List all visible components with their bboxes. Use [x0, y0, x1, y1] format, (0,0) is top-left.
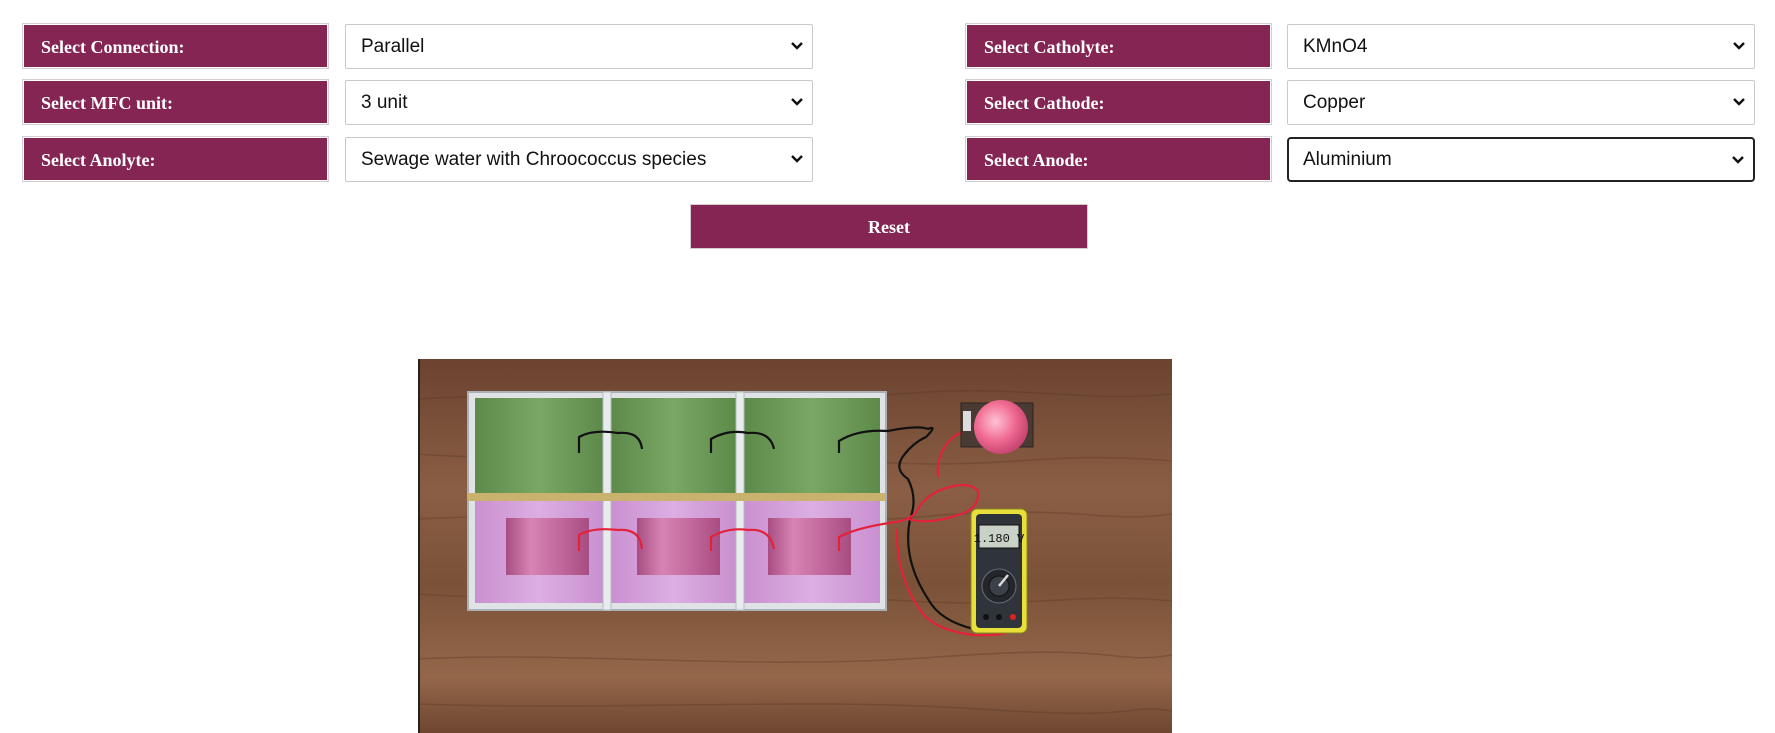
anode-electrode: [637, 518, 720, 575]
chevron-down-icon: [1732, 156, 1744, 164]
reset-button[interactable]: Reset: [690, 204, 1088, 249]
catholyte-select[interactable]: KMnO4: [1287, 24, 1755, 69]
anode-electrode: [506, 518, 589, 575]
catholyte-chamber: [744, 398, 880, 494]
cathode-label: Select Cathode:: [965, 79, 1272, 125]
anode-label: Select Anode:: [965, 136, 1272, 182]
anode-select[interactable]: Aluminium: [1287, 137, 1755, 182]
connection-label: Select Connection:: [22, 23, 329, 69]
chevron-down-icon: [791, 42, 803, 50]
catholyte-chamber: [611, 398, 736, 494]
chevron-down-icon: [791, 155, 803, 163]
catholyte-label: Select Catholyte:: [965, 23, 1272, 69]
chevron-down-icon: [1733, 98, 1745, 106]
anolyte-select-value: Sewage water with Chroococcus species: [361, 149, 707, 170]
anolyte-select[interactable]: Sewage water with Chroococcus species: [345, 137, 813, 182]
chevron-down-icon: [1733, 42, 1745, 50]
chevron-down-icon: [791, 98, 803, 106]
light-bulb: [974, 400, 1028, 454]
cathode-select[interactable]: Copper: [1287, 80, 1755, 125]
catholyte-select-value: KMnO4: [1303, 36, 1368, 57]
multimeter-reading: 1.180 V: [974, 532, 1025, 546]
cathode-select-value: Copper: [1303, 92, 1366, 113]
mfc-unit-select-value: 3 unit: [361, 92, 408, 113]
anolyte-label: Select Anolyte:: [22, 136, 329, 182]
membrane-separator: [468, 493, 886, 501]
connection-select[interactable]: Parallel: [345, 24, 813, 69]
mfc-unit-label: Select MFC unit:: [22, 79, 329, 125]
catholyte-chamber: [475, 398, 603, 494]
mfc-unit-select[interactable]: 3 unit: [345, 80, 813, 125]
multimeter: [970, 508, 1028, 634]
connection-select-value: Parallel: [361, 36, 425, 57]
anode-select-value: Aluminium: [1303, 149, 1392, 170]
mfc-simulation-scene: 1.180 V: [418, 359, 1172, 733]
